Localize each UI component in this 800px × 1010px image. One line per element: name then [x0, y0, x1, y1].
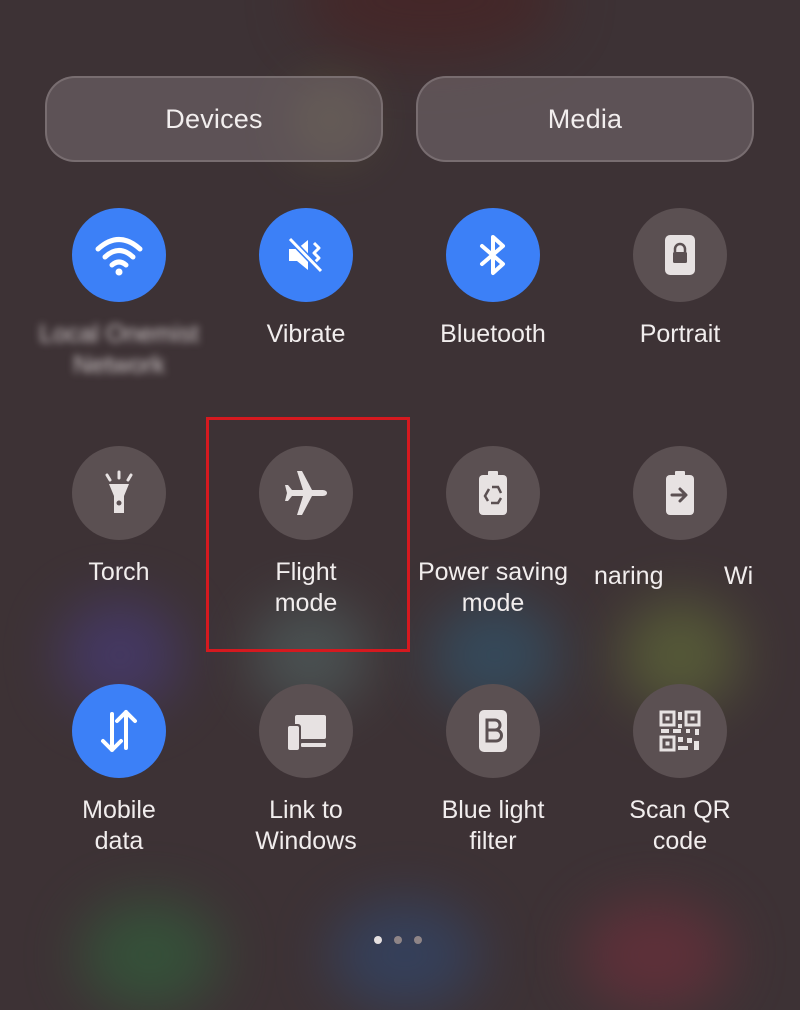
media-button[interactable]: Media: [416, 76, 754, 162]
background-blur: [580, 900, 730, 1010]
power-saving-toggle[interactable]: [446, 446, 540, 540]
tile-scan-qr[interactable]: Scan QR code: [585, 684, 775, 857]
scan-qr-toggle[interactable]: [633, 684, 727, 778]
tile-blue-light-filter[interactable]: Blue light filter: [398, 684, 588, 857]
torch-toggle[interactable]: [72, 446, 166, 540]
background-blur: [330, 900, 480, 1010]
page-dot-3[interactable]: [414, 936, 422, 944]
power-saving-label: Power saving mode: [417, 558, 569, 617]
scan-qr-label: Scan QR code: [629, 796, 731, 855]
tile-power-saving[interactable]: Power saving mode: [398, 446, 588, 619]
link-windows-icon: [286, 715, 326, 752]
bluetooth-toggle[interactable]: [446, 208, 540, 302]
portrait-toggle[interactable]: [633, 208, 727, 302]
mobile-data-icon: [101, 710, 137, 752]
qr-code-icon: [659, 710, 701, 752]
mobile-data-label: Mobile data: [82, 796, 156, 855]
battery-share-icon: [666, 471, 694, 515]
battery-recycle-icon: [479, 471, 507, 515]
battery-sharing-toggle[interactable]: [633, 446, 727, 540]
tile-portrait[interactable]: Portrait: [585, 208, 775, 350]
tile-bluetooth[interactable]: Bluetooth: [398, 208, 588, 350]
tile-mobile-data[interactable]: Mobile data: [24, 684, 214, 857]
bluetooth-label: Bluetooth: [440, 320, 546, 348]
devices-label: Devices: [165, 103, 263, 134]
tile-battery-sharing[interactable]: [600, 446, 760, 540]
torch-label: Torch: [88, 558, 150, 586]
link-to-windows-toggle[interactable]: [259, 684, 353, 778]
devices-button[interactable]: Devices: [45, 76, 383, 162]
portrait-label: Portrait: [639, 320, 721, 348]
link-to-windows-label: Link to Windows: [255, 796, 357, 855]
mobile-data-toggle[interactable]: [72, 684, 166, 778]
tile-wifi[interactable]: Local Onemist Network: [24, 208, 214, 381]
background-blur: [300, 0, 560, 60]
page-dot-2[interactable]: [394, 936, 402, 944]
torch-icon: [105, 470, 133, 513]
blue-light-filter-label: Blue light filter: [441, 796, 545, 855]
background-blur: [80, 900, 220, 1010]
portrait-lock-icon: [665, 235, 695, 275]
wifi-icon: [95, 237, 143, 276]
media-label: Media: [547, 103, 623, 134]
page-indicator: [374, 936, 422, 944]
blue-light-filter-toggle[interactable]: [446, 684, 540, 778]
vibrate-icon: [287, 236, 324, 274]
bluetooth-icon: [480, 235, 505, 275]
wifi-label: Local Onemist Network: [39, 320, 199, 379]
tile-vibrate[interactable]: Vibrate: [211, 208, 401, 350]
vibrate-label: Vibrate: [266, 320, 346, 348]
tile-link-to-windows[interactable]: Link to Windows: [211, 684, 401, 857]
highlight-box: [206, 417, 410, 652]
vibrate-toggle[interactable]: [259, 208, 353, 302]
blue-light-icon: [479, 710, 507, 752]
partial-tile-label: Wi: [724, 562, 754, 590]
wifi-toggle[interactable]: [72, 208, 166, 302]
tile-torch[interactable]: Torch: [24, 446, 214, 588]
battery-sharing-label: naring: [594, 562, 664, 590]
page-dot-1[interactable]: [374, 936, 382, 944]
